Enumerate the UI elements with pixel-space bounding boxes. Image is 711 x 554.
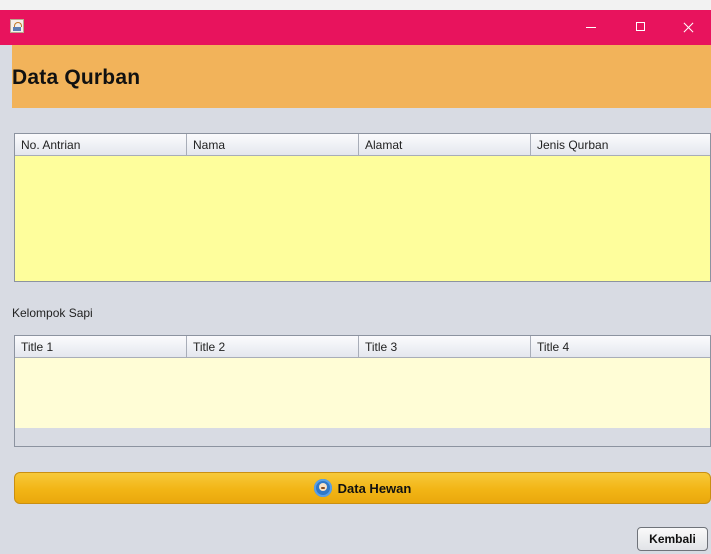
column-header-title-4[interactable]: Title 4 [531, 336, 710, 358]
minimize-button[interactable] [567, 10, 615, 45]
maximize-button[interactable] [617, 10, 665, 45]
column-header-jenis-qurban[interactable]: Jenis Qurban [531, 134, 710, 156]
background-strip [0, 0, 711, 10]
data-hewan-button[interactable]: Data Hewan [14, 472, 711, 504]
kelompok-sapi-table-body[interactable] [15, 358, 710, 428]
antrian-table-body[interactable] [15, 156, 710, 281]
table-header: Title 1 Title 2 Title 3 Title 4 [15, 336, 710, 358]
data-hewan-label: Data Hewan [337, 480, 412, 496]
title-bar [0, 10, 711, 45]
column-header-title-2[interactable]: Title 2 [187, 336, 359, 358]
column-header-no-antrian[interactable]: No. Antrian [15, 134, 187, 156]
animal-face-icon [313, 479, 332, 497]
column-header-title-3[interactable]: Title 3 [359, 336, 531, 358]
kelompok-sapi-table[interactable]: Title 1 Title 2 Title 3 Title 4 [14, 335, 711, 447]
page-title: Data Qurban [12, 66, 141, 89]
column-header-nama[interactable]: Nama [187, 134, 359, 156]
app-window: Data Qurban No. Antrian Nama Alamat Jeni… [0, 10, 711, 554]
column-header-title-1[interactable]: Title 1 [15, 336, 187, 358]
table-header: No. Antrian Nama Alamat Jenis Qurban [15, 134, 710, 156]
antrian-table[interactable]: No. Antrian Nama Alamat Jenis Qurban [14, 133, 711, 282]
column-header-alamat[interactable]: Alamat [359, 134, 531, 156]
java-coffee-cup-icon [10, 19, 24, 33]
page-header: Data Qurban [12, 45, 711, 108]
kembali-button[interactable]: Kembali [637, 527, 708, 551]
kelompok-sapi-label: Kelompok Sapi [12, 306, 93, 320]
close-button[interactable] [664, 10, 711, 45]
